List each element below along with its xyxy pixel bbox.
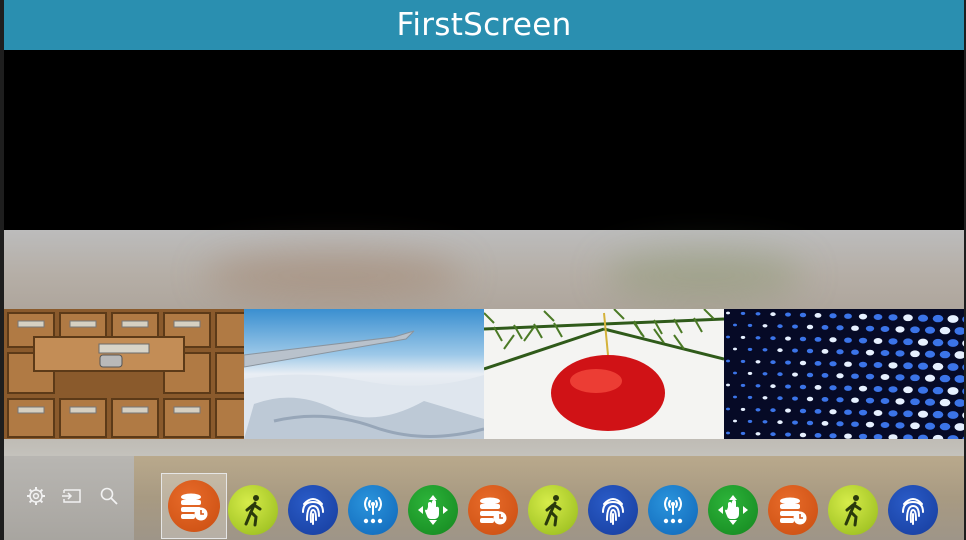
wireless-antenna-icon bbox=[658, 494, 688, 526]
app-database-clock-button[interactable] bbox=[468, 485, 518, 535]
app-hand-arrows-button[interactable] bbox=[708, 485, 758, 535]
input-source-icon[interactable] bbox=[60, 484, 84, 508]
fingerprint-icon bbox=[898, 494, 928, 526]
app-fingerprint-button[interactable] bbox=[288, 485, 338, 535]
thumbnail-card-catalog[interactable] bbox=[4, 309, 244, 439]
app-database-clock-button[interactable] bbox=[168, 480, 220, 532]
video-area bbox=[4, 50, 964, 230]
walking-person-icon bbox=[537, 493, 569, 527]
database-clock-icon bbox=[177, 489, 211, 523]
background-blur bbox=[204, 250, 464, 300]
background-blur bbox=[604, 250, 804, 300]
app-walking-person-button[interactable] bbox=[528, 485, 578, 535]
app-wireless-antenna-button[interactable] bbox=[648, 485, 698, 535]
app-wireless-antenna-button[interactable] bbox=[348, 485, 398, 535]
fingerprint-icon bbox=[298, 494, 328, 526]
title-bar: FirstScreen bbox=[4, 0, 964, 50]
hand-arrows-icon bbox=[416, 493, 450, 527]
app-fingerprint-button[interactable] bbox=[588, 485, 638, 535]
thumbnail-christmas-ornament[interactable] bbox=[484, 309, 724, 439]
database-clock-icon bbox=[476, 493, 510, 527]
app-walking-person-button[interactable] bbox=[228, 485, 278, 535]
fingerprint-icon bbox=[598, 494, 628, 526]
app-fingerprint-button[interactable] bbox=[888, 485, 938, 535]
hand-arrows-icon bbox=[716, 493, 750, 527]
content-thumbnails bbox=[4, 309, 966, 439]
database-clock-icon bbox=[776, 493, 810, 527]
control-panel bbox=[4, 456, 134, 540]
thumbnail-blue-dots[interactable] bbox=[724, 309, 964, 439]
app-database-clock-button[interactable] bbox=[768, 485, 818, 535]
gear-icon[interactable] bbox=[24, 484, 48, 508]
bottom-bar bbox=[4, 456, 964, 540]
walking-person-icon bbox=[237, 493, 269, 527]
window-title: FirstScreen bbox=[396, 7, 572, 43]
thumbnail-aerial-wing[interactable] bbox=[244, 309, 484, 439]
app-walking-person-button[interactable] bbox=[828, 485, 878, 535]
wireless-antenna-icon bbox=[358, 494, 388, 526]
app-hand-arrows-button[interactable] bbox=[408, 485, 458, 535]
walking-person-icon bbox=[837, 493, 869, 527]
search-icon[interactable] bbox=[97, 484, 121, 508]
